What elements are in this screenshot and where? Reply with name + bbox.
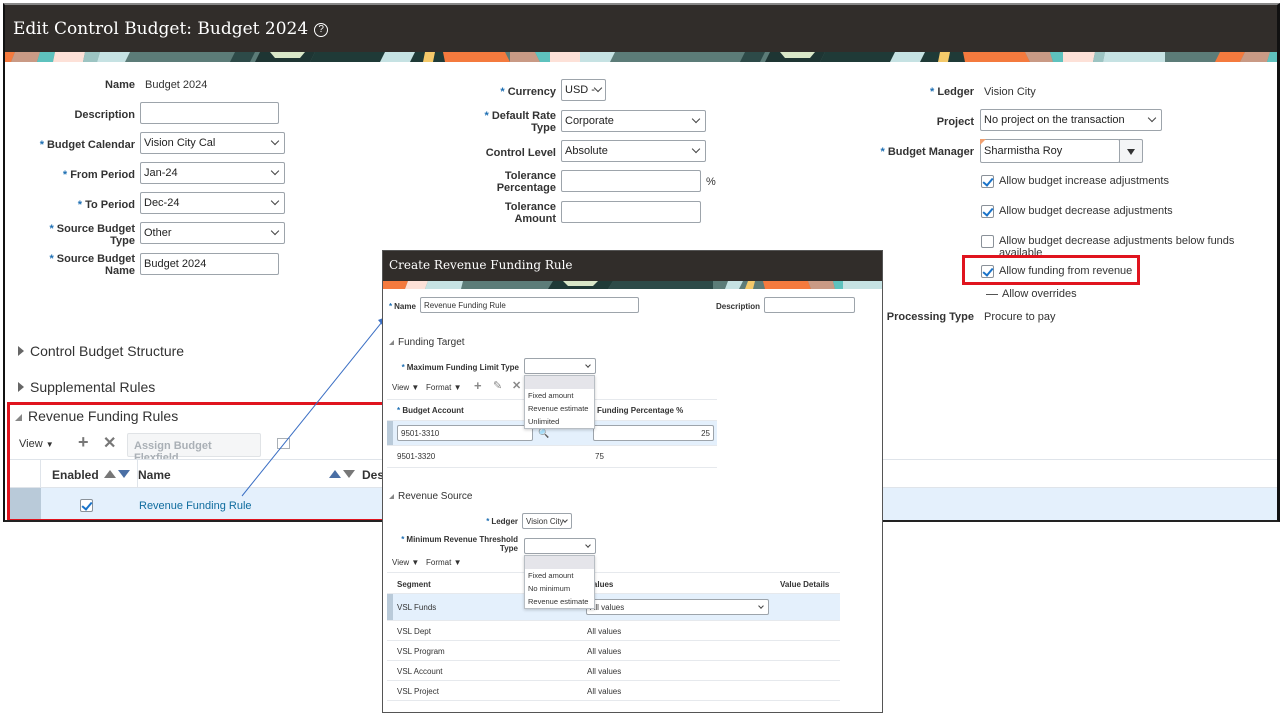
budget-account-input[interactable]: 9501-3310	[397, 425, 533, 441]
dropdown-option-blank[interactable]	[525, 556, 594, 569]
max-funding-limit-type-dropdown: Fixed amount Revenue estimate Unlimited	[524, 375, 595, 429]
column-header-value-details[interactable]: Value Details	[780, 580, 829, 589]
table-row[interactable]: VSL Dept All values	[387, 621, 840, 641]
decorative-banner	[383, 281, 882, 289]
max-funding-limit-type-select[interactable]	[524, 358, 596, 374]
dialog-title-bar: Create Revenue Funding Rule	[383, 251, 882, 281]
values-value: All values	[587, 667, 622, 676]
segment-value: VSL Funds	[397, 603, 437, 612]
dropdown-option[interactable]: Fixed amount	[525, 569, 594, 582]
chevron-down-icon	[585, 542, 591, 548]
dialog-name-input[interactable]: Revenue Funding Rule	[420, 297, 639, 313]
budget-account-value: 9501-3320	[397, 452, 436, 461]
dialog-description-input[interactable]	[764, 297, 855, 313]
dropdown-option[interactable]: Unlimited	[525, 415, 594, 428]
funding-percentage-input[interactable]: 25	[593, 425, 714, 441]
section-revenue-source[interactable]: Revenue Source	[389, 491, 473, 502]
ft-format-menu[interactable]: Format ▼	[426, 383, 461, 392]
dialog-description-label: Description	[715, 302, 760, 311]
dialog-title: Create Revenue Funding Rule	[389, 258, 573, 272]
dropdown-option[interactable]: Revenue estimate	[525, 402, 594, 415]
segment-value: VSL Project	[397, 687, 439, 696]
edit-icon[interactable]: ✎	[493, 379, 502, 392]
dialog-name-label: * Name	[389, 302, 416, 311]
row-selector[interactable]	[387, 421, 393, 445]
table-row[interactable]: 9501-3320 75	[387, 446, 717, 468]
collapse-icon	[389, 340, 394, 345]
max-funding-limit-type-label: * Maximum Funding Limit Type	[401, 363, 519, 372]
segment-value: VSL Dept	[397, 627, 431, 636]
dropdown-option[interactable]: No minimum	[525, 582, 594, 595]
row-selector[interactable]	[387, 594, 393, 620]
funding-percentage-value: 75	[595, 452, 604, 461]
table-row[interactable]: VSL Program All values	[387, 641, 840, 661]
create-revenue-funding-rule-dialog: Create Revenue Funding Rule * Name Revenu…	[382, 250, 883, 713]
min-revenue-threshold-dropdown: Fixed amount No minimum Revenue estimate	[524, 555, 595, 609]
search-icon[interactable]: 🔍	[538, 428, 549, 439]
column-header-segment[interactable]: Segment	[397, 580, 431, 589]
values-value: All values	[587, 627, 622, 636]
section-funding-target[interactable]: Funding Target	[389, 337, 465, 348]
delete-icon[interactable]: ✕	[512, 379, 521, 392]
table-row[interactable]: VSL Funds All values	[387, 594, 840, 621]
rs-format-menu[interactable]: Format ▼	[426, 558, 461, 567]
dropdown-option-blank[interactable]	[525, 376, 594, 389]
column-header-budget-account[interactable]: * Budget Account	[397, 406, 464, 415]
ft-view-menu[interactable]: View ▼	[392, 383, 419, 392]
table-row[interactable]: VSL Account All values	[387, 661, 840, 681]
rs-ledger-select[interactable]: Vision City	[522, 513, 572, 529]
chevron-down-icon	[758, 603, 764, 609]
dropdown-option[interactable]: Revenue estimate	[525, 595, 594, 608]
chevron-down-icon	[585, 362, 591, 368]
rs-table-header: Segment Values Value Details	[387, 572, 840, 594]
segment-value: VSL Account	[397, 667, 443, 676]
collapse-icon	[389, 494, 394, 499]
min-revenue-threshold-select[interactable]	[524, 538, 596, 554]
dropdown-option[interactable]: Fixed amount	[525, 389, 594, 402]
values-select[interactable]: All values	[586, 599, 769, 615]
table-row[interactable]: VSL Project All values	[387, 681, 840, 701]
add-icon[interactable]: +	[474, 378, 482, 393]
values-value: All values	[587, 647, 622, 656]
rs-view-menu[interactable]: View ▼	[392, 558, 419, 567]
column-header-funding-percentage[interactable]: Funding Percentage %	[597, 406, 683, 415]
values-value: All values	[587, 687, 622, 696]
min-revenue-threshold-label: * Minimum Revenue Threshold Type	[401, 535, 518, 553]
segment-value: VSL Program	[397, 647, 445, 656]
rs-ledger-label: * Ledger	[486, 517, 518, 526]
